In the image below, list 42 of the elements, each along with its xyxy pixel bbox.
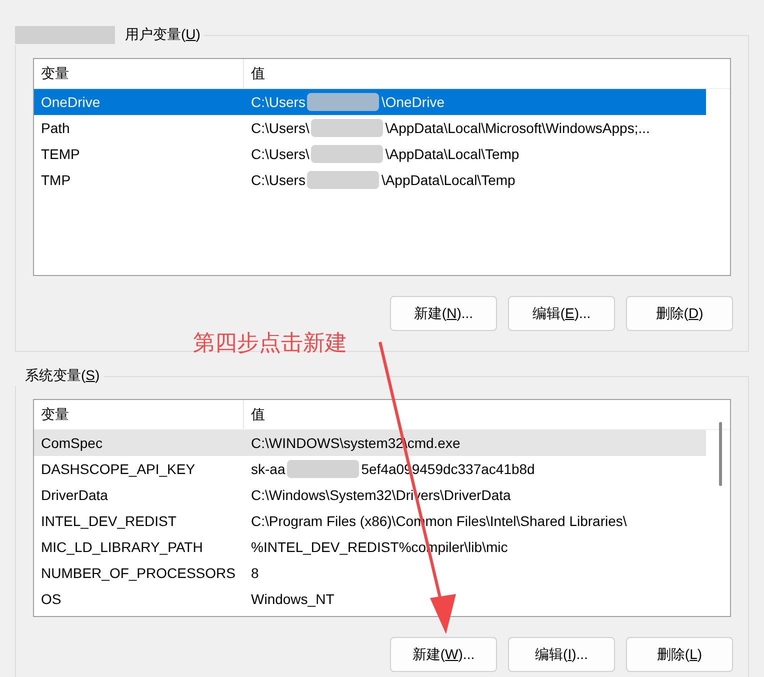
- variable-name: OS: [40, 590, 62, 608]
- variable-value: Windows_NT: [251, 590, 334, 609]
- column-header[interactable]: 值: [244, 59, 730, 88]
- variable-name: DASHSCOPE_API_KEY: [40, 460, 196, 479]
- variable-value: \OneDrive: [381, 92, 444, 112]
- list-row[interactable]: TEMP C:\Users\ \AppData\Local\Temp: [34, 141, 706, 167]
- variable-value: C:\Users\: [251, 118, 310, 138]
- dialog-button[interactable]: 新建(N)...: [390, 296, 497, 331]
- variable-name: DriverData: [40, 486, 109, 504]
- variable-name: OneDrive: [40, 92, 102, 112]
- list-row[interactable]: OS Windows_NT: [34, 586, 706, 612]
- variable-name: TEMP: [40, 144, 81, 164]
- group-label: 系统变量(S): [24, 366, 100, 385]
- list-row[interactable]: OneDrive C:\Users \OneDrive: [34, 89, 706, 115]
- variable-value: \AppData\Local\Temp: [385, 144, 520, 164]
- variable-name: ComSpec: [40, 434, 104, 453]
- variable-value: sk-aa: [251, 460, 286, 478]
- column-header[interactable]: 值: [244, 400, 730, 429]
- list-row[interactable]: NUMBER_OF_PROCESSORS 8: [34, 560, 706, 586]
- variable-name: TMP: [40, 170, 72, 190]
- group-label: 用户变量(U): [124, 25, 200, 44]
- variable-name: NUMBER_OF_PROCESSORS: [40, 564, 236, 583]
- variable-value: C:\Users: [251, 92, 306, 112]
- dialog-button[interactable]: 编辑(E)...: [508, 296, 615, 331]
- dialog-button[interactable]: 编辑(I)...: [508, 637, 615, 672]
- variable-value: \AppData\Local\Temp: [381, 170, 516, 190]
- variable-value: C:\Users: [251, 170, 306, 190]
- variable-value: 8: [251, 564, 259, 582]
- scrollbar-thumb[interactable]: [719, 422, 722, 486]
- variable-name: MIC_LD_LIBRARY_PATH: [40, 538, 204, 557]
- list-row[interactable]: Path C:\Users\ \AppData\Local\Microsoft\WindowsApps;...: [34, 115, 706, 141]
- dialog-button[interactable]: 删除(L): [626, 637, 733, 672]
- column-header[interactable]: 变量: [34, 59, 244, 88]
- dialog-button[interactable]: 新建(W)...: [390, 637, 497, 672]
- column-header[interactable]: 变量: [34, 400, 244, 429]
- annotation-text: 第四步点击新建: [193, 329, 347, 357]
- variable-name: INTEL_DEV_REDIST: [40, 512, 178, 531]
- variable-value: C:\Users\: [251, 144, 310, 164]
- dialog-button[interactable]: 删除(D): [626, 296, 733, 331]
- variable-name: Path: [40, 118, 71, 138]
- list-row[interactable]: TMP C:\Users \AppData\Local\Temp: [34, 167, 706, 193]
- variable-value: \AppData\Local\Microsoft\WindowsApps;...: [385, 118, 650, 138]
